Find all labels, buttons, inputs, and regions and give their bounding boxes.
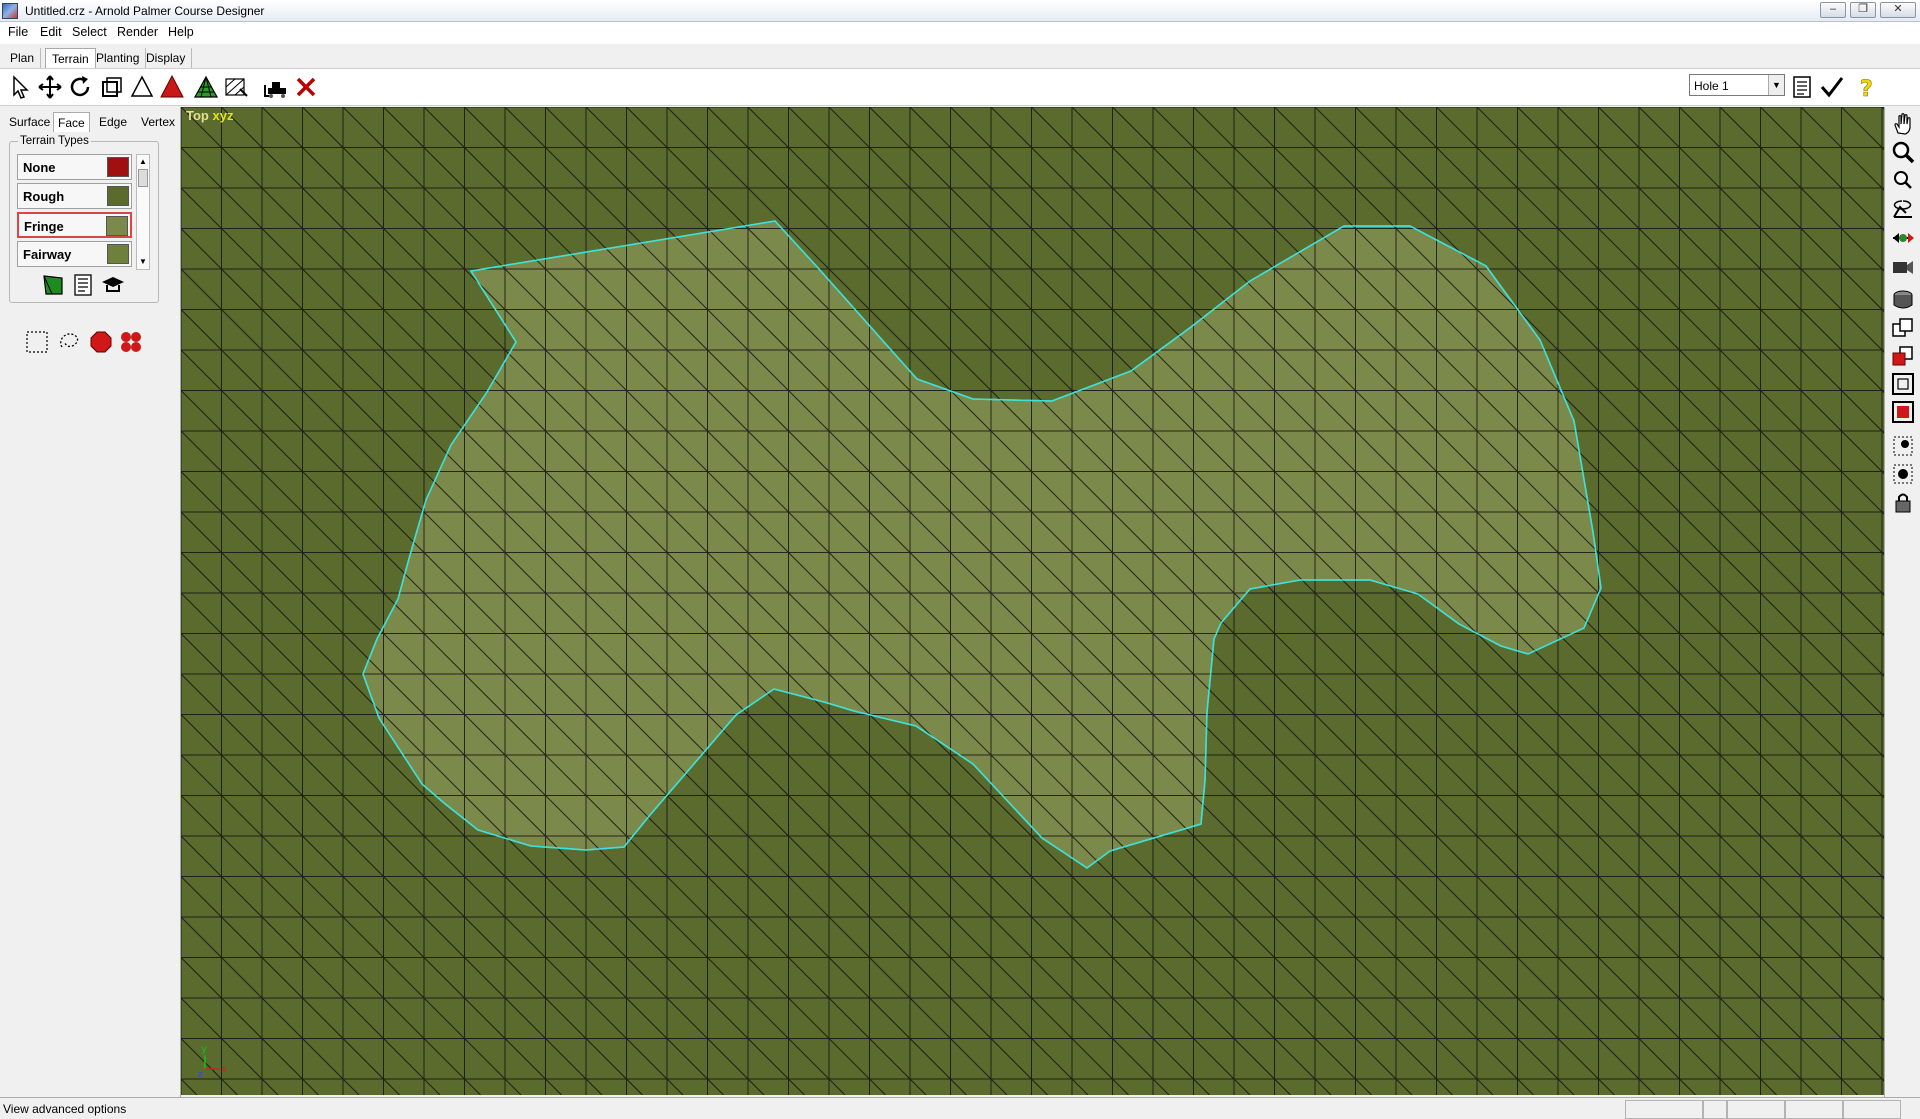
terrain-type-fairway[interactable]: Fairway [17,241,132,267]
chevron-down-icon[interactable]: ▼ [1768,75,1784,95]
move-camera-icon[interactable] [1890,225,1916,251]
octagon-select-icon[interactable] [88,329,114,355]
minimize-button[interactable]: – [1820,2,1846,18]
app-icon [2,3,18,19]
right-toolbar [1884,107,1920,1097]
cursor-target-icon[interactable] [1890,433,1916,459]
red-layer-icon[interactable] [1890,343,1916,369]
status-cell [1727,1100,1785,1119]
tab-planting[interactable]: Planting [90,48,147,68]
scroll-up-icon[interactable]: ▲ [137,155,149,169]
menu-render[interactable]: Render [117,25,158,39]
subtab-face[interactable]: Face [53,112,90,132]
status-bar: View advanced options [0,1097,1920,1119]
move-icon[interactable] [36,73,64,101]
disk-icon[interactable] [1890,287,1916,313]
status-message: View advanced options [3,1102,127,1116]
terrain-types-label: Terrain Types [18,135,91,147]
scale-icon[interactable] [98,73,126,101]
color-swatch [107,157,129,177]
zoom-small-icon[interactable] [1890,167,1916,193]
hand-pan-icon[interactable] [1890,111,1916,137]
svg-text:z: z [198,1070,203,1080]
scroll-thumb[interactable] [138,169,148,187]
rotate-icon[interactable] [66,73,94,101]
subtab-vertex[interactable]: Vertex [137,112,179,132]
hole-select[interactable]: Hole 1 ▼ [1689,74,1785,96]
color-swatch [106,216,128,236]
hole-select-value: Hole 1 [1694,79,1729,93]
multi-select-icon[interactable] [118,329,144,355]
status-cell [1625,1100,1703,1119]
menu-edit[interactable]: Edit [40,25,62,39]
view-name: Top [186,108,209,123]
view-label: Top xyz [186,108,233,123]
terrain-edit-icon[interactable] [222,73,250,101]
mode-tabs: Plan Terrain Planting Display [0,48,1920,68]
color-swatch [107,244,129,264]
rect-select-icon[interactable] [24,329,50,355]
terrain-type-label: Fringe [24,219,64,234]
terrain-type-label: Fairway [23,247,72,262]
select-arrow-icon[interactable] [6,73,34,101]
terrain-type-label: Rough [23,189,65,204]
svg-text:x: x [221,1064,227,1075]
menu-bar: File Edit Select Render Help [0,22,1920,44]
color-swatch [107,186,129,206]
title-bar: Untitled.crz - Arnold Palmer Course Desi… [0,0,1920,22]
leaf-icon[interactable] [40,272,66,298]
terrain-type-fringe[interactable]: Fringe [17,212,132,238]
help-icon[interactable]: ? [1852,73,1880,103]
graduation-icon[interactable] [100,272,126,298]
lock-icon[interactable] [1890,489,1916,515]
orbit-icon[interactable] [1890,197,1916,223]
zoom-icon[interactable] [1890,139,1916,165]
terrain-type-rough[interactable]: Rough [17,183,132,209]
terrain-viewport[interactable]: y x z Top xyz [181,107,1884,1095]
status-cell [1785,1100,1843,1119]
save-status-icon [1703,1100,1727,1119]
svg-text:?: ? [1860,77,1873,101]
window-title: Untitled.crz - Arnold Palmer Course Desi… [25,4,265,18]
terrain-type-label: None [23,160,56,175]
menu-select[interactable]: Select [72,25,107,39]
tab-display[interactable]: Display [140,48,193,68]
axes-label: xyz [212,108,234,123]
restore-button[interactable]: ❐ [1850,2,1876,18]
target-icon[interactable] [1890,461,1916,487]
camera-icon[interactable] [1890,253,1916,279]
red-frame-icon[interactable] [1890,399,1916,425]
frame-icon[interactable] [1890,371,1916,397]
svg-text:y: y [201,1044,207,1055]
bulldozer-icon[interactable] [262,73,290,101]
terrain-mesh-canvas[interactable]: y x z [181,107,1884,1095]
menu-file[interactable]: File [8,25,28,39]
subtab-surface[interactable]: Surface [5,112,54,132]
triangle-outline-icon[interactable] [128,73,156,101]
tab-plan[interactable]: Plan [4,48,42,68]
lasso-select-icon[interactable] [56,329,82,355]
delete-x-icon[interactable] [292,73,320,101]
close-button[interactable]: ✕ [1880,2,1916,18]
terrain-type-none[interactable]: None [17,154,132,180]
scroll-down-icon[interactable]: ▼ [137,255,149,269]
triangle-filled-icon[interactable] [158,73,186,101]
toolbar: Hole 1 ▼ ? [0,68,1920,106]
tab-terrain[interactable]: Terrain [45,48,96,68]
terrain-types-group: Terrain Types None Rough Fringe Fairway … [9,135,159,303]
checkmark-icon[interactable] [1818,73,1846,101]
terrain-types-scrollbar[interactable]: ▲ ▼ [136,154,150,270]
texture-icon[interactable] [70,272,96,298]
left-panel: Surface Face Edge Vertex Terrain Types N… [0,107,181,1097]
layers-icon[interactable] [1890,315,1916,341]
notes-icon[interactable] [1788,73,1816,101]
menu-help[interactable]: Help [168,25,194,39]
status-cell [1843,1100,1901,1119]
terrain-mesh-icon[interactable] [192,73,220,101]
subtab-edge[interactable]: Edge [95,112,131,132]
